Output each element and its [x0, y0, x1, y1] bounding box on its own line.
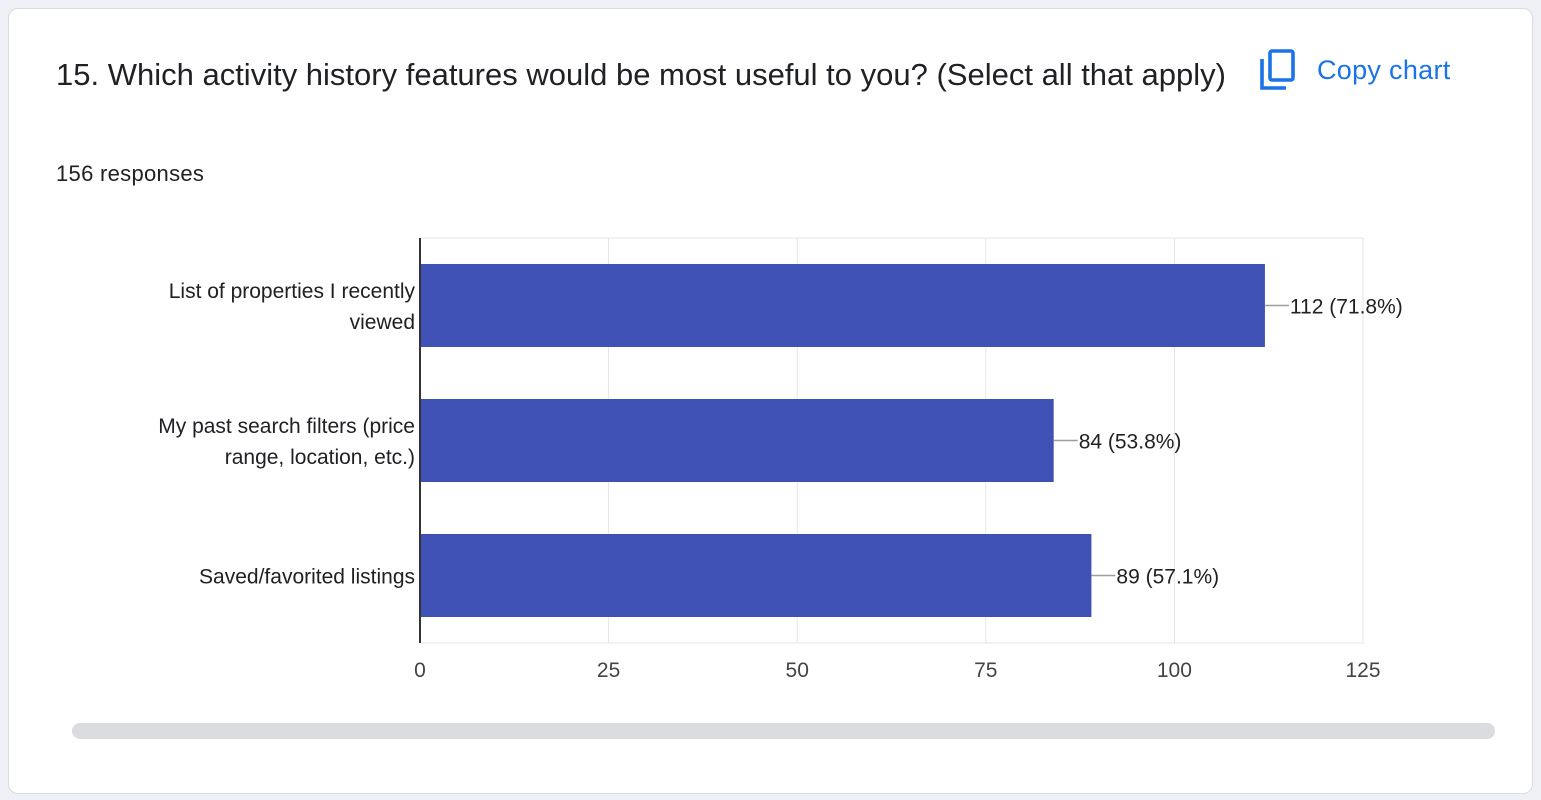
bar-value-label: 89 (57.1%) — [1116, 566, 1219, 589]
bar-1 — [420, 399, 1054, 482]
x-tick-label: 25 — [597, 659, 620, 682]
bar-0 — [420, 264, 1265, 347]
x-tick-label: 0 — [414, 659, 426, 682]
category-label: My past search filters (price — [158, 415, 415, 438]
category-label: viewed — [350, 311, 415, 334]
category-label: range, location, etc.) — [225, 446, 415, 469]
x-tick-label: 75 — [974, 659, 997, 682]
x-tick-label: 100 — [1157, 659, 1192, 682]
bar-2 — [420, 534, 1092, 617]
x-tick-label: 50 — [786, 659, 809, 682]
bar-chart: 0 25 50 75 100 125 112 (71.8%) List of properti… — [158, 237, 1403, 682]
bar-value-label: 112 (71.8%) — [1290, 296, 1403, 319]
category-label: Saved/favorited listings — [199, 566, 415, 589]
x-tick-label: 125 — [1345, 659, 1380, 682]
category-label: List of properties I recently — [169, 280, 416, 303]
bar-value-label: 84 (53.8%) — [1079, 431, 1182, 454]
